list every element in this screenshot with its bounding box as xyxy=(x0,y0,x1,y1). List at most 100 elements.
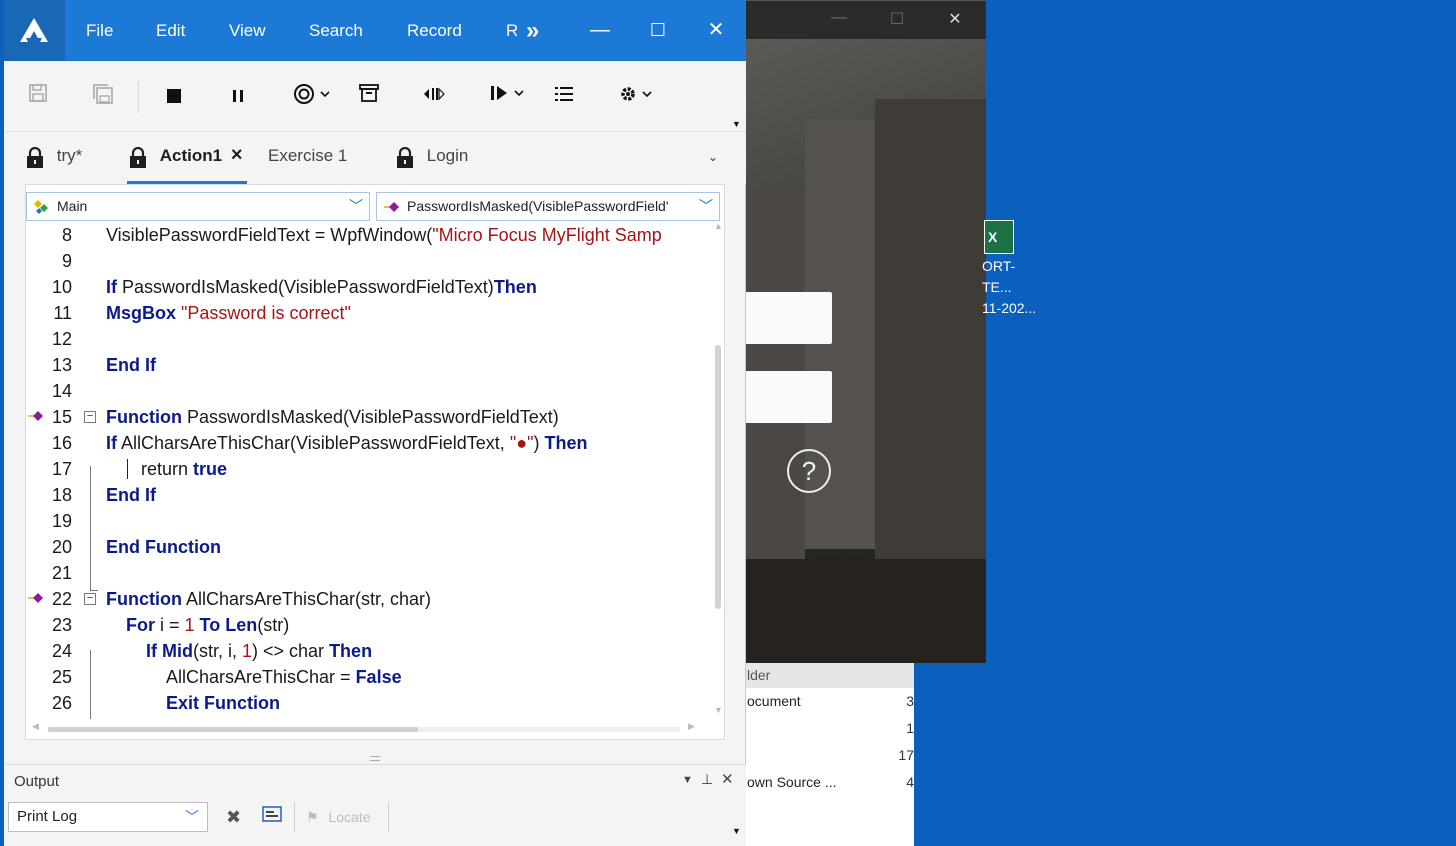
scroll-down-icon[interactable]: ▼ xyxy=(714,705,723,715)
archive-icon[interactable] xyxy=(357,83,381,111)
output-options-icon[interactable] xyxy=(262,805,282,829)
scope-dropdown[interactable]: Main ﹀ xyxy=(26,192,370,221)
vertical-scrollbar[interactable]: ▲ ▼ xyxy=(712,221,724,719)
locate-button[interactable]: ⚑ Locate xyxy=(306,805,371,829)
record-dropdown-icon[interactable] xyxy=(291,83,335,111)
output-pane: Output ▼ ⊥ ✕ Print Log ﹀ ✖ ⚑ Locate ▼ xyxy=(4,764,746,846)
code-line: 18 End If xyxy=(51,485,156,505)
collapse-icon[interactable]: − xyxy=(84,593,96,605)
run-dropdown-icon[interactable] xyxy=(488,83,528,111)
scroll-up-icon[interactable]: ▲ xyxy=(714,221,723,231)
output-filter-dropdown[interactable]: Print Log ﹀ xyxy=(8,802,208,832)
menu-edit[interactable]: Edit xyxy=(156,0,185,61)
desktop-icon-label: 11-202... xyxy=(982,300,1037,316)
code-line: 14 xyxy=(51,381,72,401)
scrollbar-thumb[interactable] xyxy=(715,345,721,609)
pause-icon[interactable] xyxy=(226,83,250,111)
menu-search[interactable]: Search xyxy=(309,0,363,61)
desktop-excel-file[interactable]: ORT-TE... 11-202... xyxy=(982,220,1044,319)
chevron-down-icon: ﹀ xyxy=(185,809,199,825)
menu-overflow-icon[interactable]: » xyxy=(526,0,539,61)
background-app-photo: ? xyxy=(745,39,986,663)
title-bar: File Edit View Search Record R » — ☐ ✕ xyxy=(4,0,746,61)
code-line: 24 If Mid(str, i, 1) <> char Then xyxy=(51,641,373,661)
password-field[interactable] xyxy=(745,371,832,423)
settings-dropdown-icon[interactable] xyxy=(616,83,658,111)
function-bookmark-icon xyxy=(28,411,43,421)
toolbar-separator xyxy=(294,802,295,832)
explorer-row[interactable]: own Source ... 4 xyxy=(745,769,914,796)
close-pane-icon[interactable]: ✕ xyxy=(721,770,734,788)
chevron-down-icon: ﹀ xyxy=(349,198,363,214)
code-line: 12 xyxy=(51,329,72,349)
explorer-column-header[interactable]: lder xyxy=(745,663,914,688)
toolbar-separator xyxy=(388,802,389,832)
uft-window: File Edit View Search Record R » — ☐ ✕ ▼… xyxy=(4,0,746,846)
lock-icon xyxy=(397,147,413,168)
horizontal-scrollbar[interactable]: ◀ ▶ xyxy=(26,721,712,737)
code-line: 20 End Function xyxy=(51,537,221,557)
maximize-icon[interactable]: ☐ xyxy=(885,9,909,31)
pane-menu-icon[interactable]: ▼ xyxy=(682,774,693,786)
splitter-handle[interactable] xyxy=(370,756,380,761)
code-line: 26 Exit Function xyxy=(51,693,280,713)
function-bookmark-icon xyxy=(28,593,43,603)
collapse-icon[interactable]: − xyxy=(84,411,96,423)
username-field[interactable] xyxy=(745,292,832,344)
close-tab-icon[interactable]: × xyxy=(231,144,243,166)
code-line: 13 End If xyxy=(51,355,156,375)
logo-icon xyxy=(20,18,48,42)
minimize-icon[interactable]: — xyxy=(827,9,851,31)
output-overflow-icon[interactable]: ▼ xyxy=(732,826,741,836)
pin-icon[interactable]: ⊥ xyxy=(701,771,713,788)
lock-icon xyxy=(130,147,146,168)
code-line: 21 xyxy=(51,563,72,583)
code-line: 22 − Function AllCharsAreThisChar(str, c… xyxy=(26,586,712,612)
document-tabs: try* Action1 × Exercise 1 Login ⌄ xyxy=(4,132,746,184)
save-all-icon[interactable] xyxy=(89,83,117,111)
menu-file[interactable]: File xyxy=(86,0,113,61)
code-line: 10 If PasswordIsMasked(VisiblePasswordFie… xyxy=(51,277,537,297)
background-window-titlebar: — ☐ ✕ xyxy=(745,0,986,39)
help-button[interactable]: ? xyxy=(787,449,831,493)
menu-record[interactable]: Record xyxy=(407,0,462,61)
explorer-row[interactable]: 1 xyxy=(745,715,914,742)
tab-try[interactable]: try* xyxy=(24,146,82,182)
code-line: 8 VisiblePasswordFieldText = WpfWindow("M… xyxy=(61,225,662,245)
app-logo[interactable] xyxy=(4,0,65,61)
code-line: 16 If AllCharsAreThisChar(VisiblePassword… xyxy=(51,433,588,453)
minimize-icon[interactable]: — xyxy=(584,14,616,46)
scroll-left-icon[interactable]: ◀ xyxy=(32,721,39,732)
save-icon[interactable] xyxy=(24,83,52,111)
maximize-icon[interactable]: ☐ xyxy=(642,14,674,46)
explorer-panel: lder ocument 3 1 17 own Source ... 4 xyxy=(745,663,914,846)
close-icon[interactable]: ✕ xyxy=(700,14,732,46)
tab-login[interactable]: Login xyxy=(394,146,468,182)
code-editor: Main ﹀ PasswordIsMasked(VisiblePasswordF… xyxy=(25,184,725,740)
clear-output-icon[interactable]: ✖ xyxy=(226,805,241,829)
explorer-row[interactable]: 17 xyxy=(745,742,914,769)
code-line: 17 return true xyxy=(51,459,228,479)
function-dropdown[interactable]: PasswordIsMasked(VisiblePasswordField' ﹀ xyxy=(376,192,720,221)
flag-icon: ⚑ xyxy=(306,809,319,825)
close-icon[interactable]: ✕ xyxy=(943,9,967,31)
tab-action1[interactable]: Action1 × xyxy=(127,144,247,184)
function-icon xyxy=(384,202,399,212)
list-icon[interactable] xyxy=(552,83,576,111)
code-area[interactable]: 8 VisiblePasswordFieldText = WpfWindow("M… xyxy=(26,225,712,719)
menu-truncated[interactable]: R xyxy=(506,0,518,61)
scroll-right-icon[interactable]: ▶ xyxy=(688,721,695,732)
toolbar-separator xyxy=(138,81,139,113)
scrollbar-thumb[interactable] xyxy=(48,727,418,732)
menu-view[interactable]: View xyxy=(229,0,266,61)
explorer-row[interactable]: ocument 3 xyxy=(745,688,914,715)
toolbar-overflow-icon[interactable]: ▼ xyxy=(732,119,741,129)
code-line: 23 For i = 1 To Len(str) xyxy=(51,615,290,635)
output-title: Output xyxy=(14,773,60,790)
tabs-overflow-icon[interactable]: ⌄ xyxy=(708,150,718,164)
step-icon[interactable] xyxy=(421,83,447,111)
tab-exercise-1[interactable]: Exercise 1 xyxy=(268,146,347,182)
code-line: 25 AllCharsAreThisChar = False xyxy=(51,667,402,687)
stop-icon[interactable] xyxy=(162,83,186,111)
chevron-down-icon: ﹀ xyxy=(695,193,713,220)
